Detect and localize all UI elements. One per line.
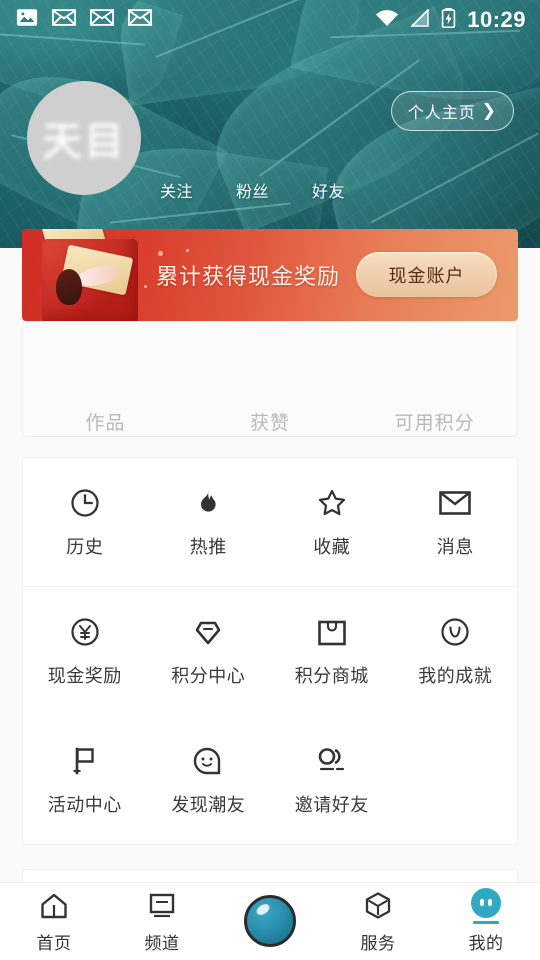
cash-account-button[interactable]: 现金账户 bbox=[356, 252, 497, 297]
stats-card: 作品 获赞 可用积分 bbox=[22, 321, 518, 437]
stat-likes[interactable]: 获赞 bbox=[188, 388, 353, 435]
tab-mine[interactable]: 我的 bbox=[432, 887, 540, 954]
profile-link-following[interactable]: 关注 bbox=[160, 178, 193, 202]
cash-reward-banner[interactable]: 累计获得现金奖励 现金账户 bbox=[22, 229, 518, 321]
red-envelope-illustration bbox=[24, 229, 148, 321]
menu-item-points-mall-label: 积分商城 bbox=[294, 666, 369, 686]
menu-item-favorites-label: 收藏 bbox=[313, 536, 351, 557]
shopping-bag-icon bbox=[315, 615, 349, 649]
menu-item-activity-center-label: 活动中心 bbox=[47, 795, 122, 815]
menu-item-points-mall[interactable]: 积分商城 bbox=[276, 615, 388, 688]
envelope-icon bbox=[438, 486, 472, 520]
avatar-text: 天目 bbox=[42, 119, 126, 165]
orb-button-icon bbox=[244, 894, 296, 947]
avatar[interactable]: 天目 bbox=[27, 81, 141, 195]
v-circle-icon bbox=[438, 615, 472, 649]
menu-row-1: 历史 热推 收藏 消息 bbox=[23, 458, 517, 587]
profile-link-fans[interactable]: 粉丝 bbox=[236, 178, 269, 202]
stat-works-label: 作品 bbox=[85, 413, 126, 434]
clock-icon bbox=[68, 486, 102, 520]
stat-points[interactable]: 可用积分 bbox=[352, 388, 517, 435]
bottom-tab-bar: 首页 频道 服务 我的 bbox=[0, 882, 540, 960]
stat-likes-value bbox=[188, 388, 353, 408]
profile-link-friends[interactable]: 好友 bbox=[312, 178, 345, 202]
battery-charging-icon bbox=[441, 7, 456, 33]
mail-icon bbox=[90, 9, 114, 31]
diamond-icon bbox=[191, 615, 225, 649]
tab-home-label: 首页 bbox=[36, 933, 72, 953]
menu-item-hot[interactable]: 热推 bbox=[152, 486, 264, 559]
stat-points-value bbox=[352, 388, 517, 408]
stat-works-value bbox=[23, 388, 188, 408]
signal-off-icon bbox=[410, 7, 430, 32]
tab-home[interactable]: 首页 bbox=[0, 890, 108, 954]
tab-service[interactable]: 服务 bbox=[324, 890, 432, 954]
menu-item-discover-friends[interactable]: 发现潮友 bbox=[152, 744, 264, 817]
flag-icon bbox=[68, 744, 102, 778]
menu-item-hot-label: 热推 bbox=[189, 536, 227, 557]
menu-grid-card: 历史 热推 收藏 消息 现金奖励 积分中心 积分商城 我的成就 活动中心 发现潮… bbox=[22, 457, 518, 845]
menu-row-3: 活动中心 发现潮友 邀请好友 bbox=[23, 716, 517, 845]
menu-item-messages-label: 消息 bbox=[436, 536, 474, 557]
profile-face-icon bbox=[471, 887, 501, 924]
tab-channel[interactable]: 频道 bbox=[108, 890, 216, 954]
tv-icon bbox=[147, 890, 177, 922]
menu-item-history[interactable]: 历史 bbox=[29, 486, 141, 559]
menu-item-points-center-label: 积分中心 bbox=[171, 666, 246, 686]
tab-channel-label: 频道 bbox=[144, 933, 180, 953]
wifi-icon bbox=[375, 9, 399, 32]
cube-icon bbox=[363, 890, 393, 922]
personal-homepage-button[interactable]: 个人主页 ❯ bbox=[390, 91, 514, 131]
menu-item-history-label: 历史 bbox=[66, 536, 104, 557]
tab-service-label: 服务 bbox=[360, 933, 396, 953]
cash-account-label: 现金账户 bbox=[388, 265, 465, 286]
profile-links: 关注 粉丝 好友 bbox=[160, 178, 345, 202]
flame-icon bbox=[191, 486, 225, 520]
mail-icon bbox=[128, 9, 152, 31]
menu-item-achievements[interactable]: 我的成就 bbox=[399, 615, 511, 688]
menu-item-invite-friends-label: 邀请好友 bbox=[294, 795, 369, 815]
friends-icon bbox=[315, 744, 349, 778]
menu-item-points-center[interactable]: 积分中心 bbox=[152, 615, 264, 688]
stat-points-label: 可用积分 bbox=[394, 413, 475, 434]
tab-center-action-button[interactable] bbox=[216, 894, 324, 949]
menu-item-messages[interactable]: 消息 bbox=[399, 486, 511, 559]
menu-item-achievements-label: 我的成就 bbox=[418, 666, 493, 686]
personal-homepage-label: 个人主页 bbox=[407, 105, 476, 122]
menu-item-activity-center[interactable]: 活动中心 bbox=[29, 744, 141, 817]
smiley-chat-icon bbox=[191, 744, 225, 778]
menu-row-2: 现金奖励 积分中心 积分商城 我的成就 bbox=[23, 587, 517, 716]
menu-item-invite-friends[interactable]: 邀请好友 bbox=[276, 744, 388, 817]
chevron-right-icon: ❯ bbox=[481, 101, 497, 120]
menu-item-favorites[interactable]: 收藏 bbox=[276, 486, 388, 559]
stat-likes-label: 获赞 bbox=[250, 413, 291, 434]
home-icon bbox=[39, 890, 69, 922]
menu-item-cash-reward[interactable]: 现金奖励 bbox=[29, 615, 141, 688]
yuan-circle-icon bbox=[68, 615, 102, 649]
banner-title: 累计获得现金奖励 bbox=[156, 264, 341, 289]
mail-icon bbox=[52, 9, 76, 31]
menu-item-cash-reward-label: 现金奖励 bbox=[47, 666, 122, 686]
stat-works[interactable]: 作品 bbox=[23, 388, 188, 435]
status-bar: 10:29 bbox=[0, 0, 540, 40]
star-icon bbox=[315, 486, 349, 520]
image-icon bbox=[16, 8, 38, 32]
app-screen: 10:29 天目 个人主页 ❯ 关注 粉丝 好友 累计获得现金奖励 现金账户 作… bbox=[0, 0, 540, 960]
menu-item-discover-friends-label: 发现潮友 bbox=[171, 795, 246, 815]
status-bar-clock: 10:29 bbox=[467, 7, 526, 32]
tab-mine-label: 我的 bbox=[468, 933, 504, 953]
